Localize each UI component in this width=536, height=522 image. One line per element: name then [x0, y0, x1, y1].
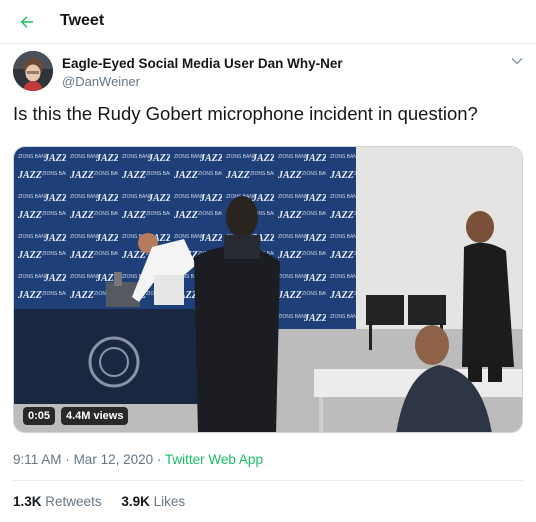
- avatar[interactable]: [13, 51, 53, 91]
- meta-separator: ·: [65, 452, 70, 467]
- page-header: Tweet: [0, 0, 536, 44]
- chevron-down-icon: [511, 57, 523, 65]
- author-handle[interactable]: @DanWeiner: [62, 74, 140, 89]
- video-player[interactable]: ZIONS BANK JAZZ JAZZ ZIONS BANK: [13, 146, 523, 433]
- meta-separator: ·: [156, 452, 162, 467]
- video-time-badge: 0:05: [23, 407, 56, 425]
- tweet-meta: 9:11 AM · Mar 12, 2020 · Twitter Web App: [13, 452, 263, 467]
- tweet-text: Is this the Rudy Gobert microphone incid…: [13, 103, 478, 124]
- retweets-label: Retweets: [45, 494, 102, 509]
- likes-count: 3.9K: [121, 494, 150, 509]
- retweets-count: 1.3K: [13, 494, 42, 509]
- tweet-date[interactable]: Mar 12, 2020: [74, 452, 154, 467]
- tweet-stats: 1.3K Retweets 3.9K Likes: [13, 494, 201, 509]
- video-views-badge: 4.4M views: [61, 407, 129, 425]
- more-options-button[interactable]: [507, 53, 527, 69]
- likes-label: Likes: [153, 494, 186, 509]
- arrow-left-icon: [20, 16, 33, 28]
- likes-stat[interactable]: 3.9K Likes: [121, 494, 185, 509]
- divider: [13, 480, 523, 481]
- back-button[interactable]: [14, 9, 40, 35]
- retweets-stat[interactable]: 1.3K Retweets: [13, 494, 105, 509]
- video-thumbnail: ZIONS BANK JAZZ JAZZ ZIONS BANK: [14, 147, 522, 432]
- tweet-time[interactable]: 9:11 AM: [13, 452, 62, 467]
- page-title: Tweet: [60, 12, 105, 29]
- author-name[interactable]: Eagle-Eyed Social Media User Dan Why-Ner: [62, 56, 343, 71]
- tweet-source-link[interactable]: Twitter Web App: [165, 452, 263, 467]
